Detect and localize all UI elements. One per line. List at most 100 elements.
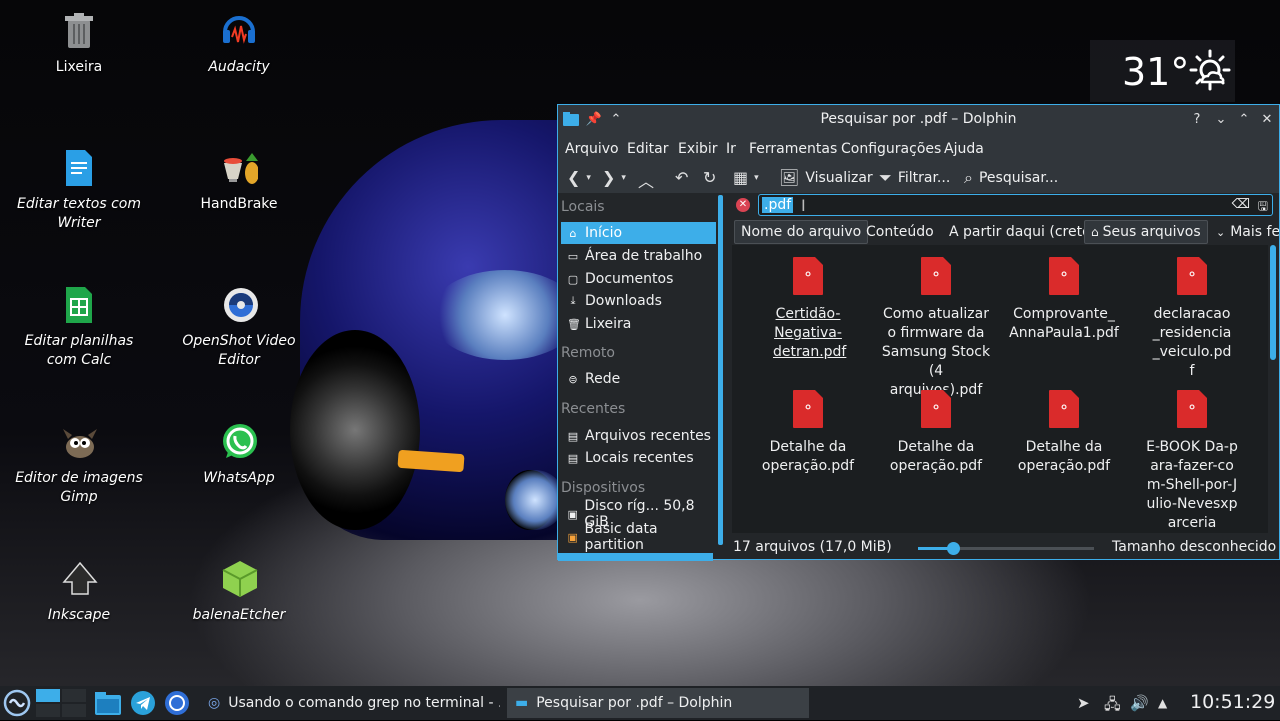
desktop-icon-openshot[interactable]: OpenShot Video Editor xyxy=(169,286,309,370)
pdf-file-icon: ⚬ xyxy=(1049,257,1079,295)
up-button[interactable]: ︿ xyxy=(638,168,654,192)
clear-text-icon[interactable]: ⌫ xyxy=(1232,197,1250,212)
menu-arquivo[interactable]: Arquivo xyxy=(565,141,619,157)
place-downloads[interactable]: ⤓ Downloads xyxy=(561,290,716,312)
file-item[interactable]: ⚬ Detalhe da operação.pdf xyxy=(1001,390,1127,476)
desktop-icon-whatsapp[interactable]: WhatsApp xyxy=(169,423,309,488)
balenaetcher-cube-icon xyxy=(220,560,258,598)
desktop-2[interactable] xyxy=(62,689,86,702)
telegram-launcher-icon[interactable] xyxy=(130,690,156,720)
desktop-3[interactable] xyxy=(36,704,60,717)
place-lixeira[interactable]: 🗑 Lixeira xyxy=(561,313,716,335)
weather-widget[interactable]: 31° xyxy=(1090,40,1235,102)
desktop-icon-audacity[interactable]: Audacity xyxy=(169,12,309,77)
search-button[interactable]: ⌕ Pesquisar... xyxy=(964,168,1058,188)
filter-label: Mais fe xyxy=(1230,224,1279,240)
filter-button[interactable]: ⏷ Filtrar... xyxy=(879,168,950,188)
place-label: Rede xyxy=(585,371,621,387)
filter-mais[interactable]: ⌄ Mais fe xyxy=(1210,220,1279,244)
file-item[interactable]: ⚬ Detalhe da operação.pdf xyxy=(873,390,999,476)
filter-seus-arquivos[interactable]: ⌂ Seus arquivos xyxy=(1084,220,1208,244)
search-input[interactable]: .pdf I ⌫ 🖫 xyxy=(758,194,1273,216)
virtual-desktop-pager[interactable] xyxy=(36,689,88,717)
file-item[interactable]: ⚬ Como atualizar o firmware da Samsung St… xyxy=(873,257,999,400)
window-title: Pesquisar por .pdf – Dolphin xyxy=(820,111,1017,127)
place-rede[interactable]: ⊜ Rede xyxy=(561,368,716,390)
place-label: Documentos xyxy=(585,271,674,287)
undo-button[interactable]: ↶ xyxy=(675,168,688,187)
help-icon[interactable]: ? xyxy=(1188,110,1206,128)
dolphin-window[interactable]: 📌 ⌃ Pesquisar por .pdf – Dolphin ? ⌄ ⌃ ✕… xyxy=(557,104,1280,561)
preview-button[interactable]: 🖼 Visualizar xyxy=(779,168,873,187)
desktop-icon: ▭ xyxy=(567,249,579,263)
close-search-icon[interactable]: ✕ xyxy=(736,198,750,212)
zoom-slider[interactable] xyxy=(918,542,1094,555)
audacity-icon xyxy=(220,12,258,50)
filter-a-partir-daqui[interactable]: A partir daqui (creto) xyxy=(943,220,1102,244)
reload-button[interactable]: ↻ xyxy=(703,168,716,187)
view-mode-button[interactable]: ▦ ▾ xyxy=(733,168,759,187)
task-dolphin[interactable]: ▬ Pesquisar por .pdf – Dolphin xyxy=(507,688,809,718)
undo-icon: ↶ xyxy=(675,168,689,187)
forward-button[interactable]: ❯ ▾ xyxy=(602,168,626,187)
file-view-scrollbar[interactable] xyxy=(1270,245,1276,360)
download-icon: ⤓ xyxy=(570,294,576,307)
desktop-1[interactable] xyxy=(36,689,60,702)
place-documentos[interactable]: ▢ Documentos xyxy=(561,268,716,290)
menu-exibir[interactable]: Exibir xyxy=(678,141,718,157)
desktop-icon-gimp[interactable]: Editor de imagens Gimp xyxy=(9,423,149,507)
filter-nome-do-arquivo[interactable]: Nome do arquivo xyxy=(734,220,869,244)
browser-launcher-icon[interactable] xyxy=(164,690,190,720)
zoom-slider-handle[interactable] xyxy=(947,542,960,555)
file-item[interactable]: ⚬ declaracao_residencia_veiculo.pdf xyxy=(1129,257,1255,381)
maximize-icon[interactable]: ⌃ xyxy=(1235,110,1253,128)
desktop-icon-lixeira[interactable]: Lixeira xyxy=(9,12,149,77)
volume-icon[interactable]: 🔊 xyxy=(1130,694,1149,712)
window-titlebar[interactable]: 📌 ⌃ Pesquisar por .pdf – Dolphin ? ⌄ ⌃ ✕ xyxy=(558,105,1279,135)
file-count: 17 arquivos (17,0 MiB) xyxy=(733,539,892,555)
save-search-icon[interactable]: 🖫 xyxy=(1258,197,1268,218)
filter-conteudo[interactable]: Conteúdo xyxy=(860,220,940,244)
file-item[interactable]: ⚬ E-BOOK Da-para-fazer-com-Shell-por-Juli… xyxy=(1129,390,1255,533)
back-arrow-icon: ❮ xyxy=(567,168,581,187)
menu-ajuda[interactable]: Ajuda xyxy=(944,141,984,157)
desktop-icon-writer[interactable]: Editar textos com Writer xyxy=(9,149,149,233)
file-item[interactable]: ⚬ Comprovante_AnnaPaula1.pdf xyxy=(1001,257,1127,343)
close-icon[interactable]: ✕ xyxy=(1258,110,1276,128)
tray-expand-icon[interactable]: ▲ xyxy=(1158,696,1167,710)
menu-ferramentas[interactable]: Ferramentas xyxy=(749,141,837,157)
chromium-icon: ◎ xyxy=(208,695,221,711)
image-preview-icon: 🖼 xyxy=(779,168,800,187)
desktop-icon-balenaetcher[interactable]: balenaEtcher xyxy=(169,560,309,625)
desktop-icon-inkscape[interactable]: Inkscape xyxy=(9,560,149,625)
menu-ir[interactable]: Ir xyxy=(726,141,736,157)
application-launcher-icon[interactable] xyxy=(3,689,31,717)
minimize-icon[interactable]: ⌄ xyxy=(1212,110,1230,128)
menu-configuracoes[interactable]: Configurações xyxy=(841,141,941,157)
file-item[interactable]: ⚬ Certidão-Negativa-detran.pdf xyxy=(745,257,871,362)
file-view[interactable]: ⚬ Certidão-Negativa-detran.pdf ⚬ Como atua… xyxy=(732,245,1268,533)
network-tray-icon[interactable]: 🖧 xyxy=(1104,694,1121,719)
task-browser[interactable]: ◎ Usando o comando grep no terminal - ... xyxy=(200,688,500,718)
recent-places-icon: ▤ xyxy=(567,451,579,465)
place-area-de-trabalho[interactable]: ▭ Área de trabalho xyxy=(561,245,716,267)
place-label: Início xyxy=(585,225,623,241)
place-arquivos-recentes[interactable]: ▤ Arquivos recentes xyxy=(561,425,716,447)
place-locais-recentes[interactable]: ▤ Locais recentes xyxy=(561,447,716,469)
device-basic-data-partition[interactable]: ▣ Basic data partition xyxy=(561,521,716,553)
clock[interactable]: 10:51:29 xyxy=(1190,691,1275,713)
sidebar-scrollbar[interactable] xyxy=(718,195,723,545)
file-name: Certidão-Negativa-detran.pdf xyxy=(773,306,847,360)
preview-label: Visualizar xyxy=(805,169,873,186)
dolphin-launcher-icon[interactable] xyxy=(94,690,122,720)
desktop-icon-calc[interactable]: Editar planilhas com Calc xyxy=(9,286,149,370)
dropdown-icon: ▾ xyxy=(754,172,759,183)
desktop-4[interactable] xyxy=(62,704,86,717)
menu-editar[interactable]: Editar xyxy=(627,141,668,157)
back-button[interactable]: ❮ ▾ xyxy=(567,168,591,187)
wallpaper-wheel xyxy=(290,330,420,530)
telegram-tray-icon[interactable]: ➤ xyxy=(1077,694,1090,712)
file-item[interactable]: ⚬ Detalhe da operação.pdf xyxy=(745,390,871,476)
place-inicio[interactable]: ⌂ Início xyxy=(561,222,716,244)
desktop-icon-handbrake[interactable]: HandBrake xyxy=(169,149,309,214)
